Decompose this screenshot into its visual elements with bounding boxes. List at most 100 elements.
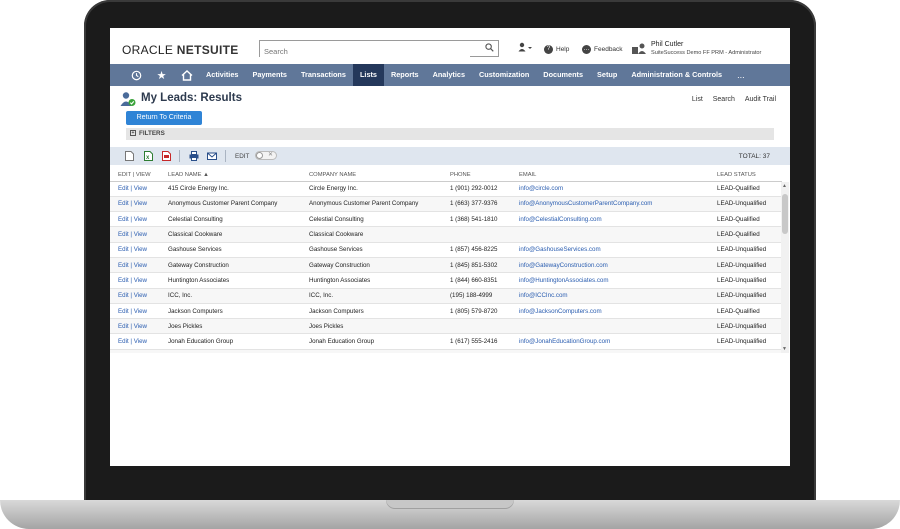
main-nav: ★ Activities Payments Transactions Lists… [110,64,790,86]
results-table-wrapper: EDIT | VIEW LEAD NAME ▲ COMPANY NAME PHO… [110,169,790,353]
col-edit-view: EDIT | VIEW [110,169,160,182]
scroll-thumb[interactable] [782,194,788,234]
company-name-cell: Celestial Consulting [301,211,442,228]
lead-status-cell: LEAD-Qualified [709,303,782,320]
nav-customization[interactable]: Customization [472,64,536,86]
edit-view-cell[interactable]: Edit | View [110,257,160,274]
edit-view-cell[interactable]: Edit | View [110,333,160,350]
star-icon[interactable]: ★ [149,64,174,86]
page-title: My Leads: Results [141,92,242,104]
table-scrollbar[interactable]: ▲ ▼ [781,182,789,353]
edit-view-cell[interactable]: Edit | View [110,242,160,258]
export-csv-icon[interactable] [125,151,134,161]
email-cell[interactable] [511,349,709,353]
phone-cell [442,226,511,243]
print-icon[interactable] [189,151,199,161]
nav-transactions[interactable]: Transactions [294,64,353,86]
table-row[interactable]: Edit | View Classical Cookware Classical C… [110,226,782,243]
table-row[interactable]: Edit | View Anonymous Customer Parent Com… [110,196,782,213]
table-row[interactable]: Edit | View Gashouse Services Gashouse Ser… [110,242,782,258]
email-cell[interactable] [511,226,709,243]
recent-icon[interactable] [124,64,149,86]
lead-name-cell: JZZ Sports [160,349,301,353]
nav-payments[interactable]: Payments [245,64,293,86]
nav-documents[interactable]: Documents [536,64,590,86]
table-row[interactable]: Edit | View Joes Pickles Joes Pickles LEAD-… [110,318,782,335]
phone-cell: 1 (844) 660-8351 [442,272,511,289]
edit-view-cell[interactable]: Edit | View [110,349,160,353]
results-table: EDIT | VIEW LEAD NAME ▲ COMPANY NAME PHO… [110,169,782,353]
table-row[interactable]: Edit | View Huntington Associates Huntingt… [110,272,782,289]
app-screen: ORACLE NETSUITE ?Help …Feedback Phil Cut… [110,28,790,466]
user-name[interactable]: Phil Cutler [651,41,683,48]
recent-records-menu[interactable] [518,42,532,54]
col-lead-status[interactable]: LEAD STATUS [709,169,782,182]
table-row[interactable]: Edit | View Jonah Education Group Jonah Ed… [110,333,782,350]
col-lead-name[interactable]: LEAD NAME ▲ [160,169,301,182]
edit-view-cell[interactable]: Edit | View [110,288,160,304]
nav-reports[interactable]: Reports [384,64,426,86]
filters-bar[interactable]: + FILTERS [126,128,774,140]
audit-trail-link[interactable]: Audit Trail [745,96,776,103]
nav-lists[interactable]: Lists [352,64,384,86]
email-cell[interactable]: info@ICCInc.com [511,288,709,304]
global-search[interactable] [259,40,499,59]
nav-activities[interactable]: Activities [199,64,245,86]
table-row[interactable]: Edit | View ICC, Inc. ICC, Inc. (195) 188-4… [110,288,782,304]
company-name-cell: Gateway Construction [301,257,442,274]
role-switch-icon[interactable] [632,43,647,54]
nav-setup[interactable]: Setup [590,64,624,86]
edit-view-cell[interactable]: Edit | View [110,211,160,228]
edit-view-cell[interactable]: Edit | View [110,272,160,289]
edit-view-cell[interactable]: Edit | View [110,226,160,243]
table-row[interactable]: Edit | View Jackson Computers Jackson Comp… [110,303,782,320]
email-cell[interactable] [511,318,709,335]
email-cell[interactable]: info@GatewayConstruction.com [511,257,709,274]
email-cell[interactable]: info@HuntingtonAssociates.com [511,272,709,289]
edit-toggle[interactable]: ✕ [255,151,277,160]
export-pdf-icon[interactable] [162,151,171,161]
search-link[interactable]: Search [713,96,735,103]
toolbar-divider [225,150,226,162]
email-cell[interactable]: info@GashouseServices.com [511,242,709,258]
phone-cell [442,318,511,335]
table-row[interactable]: Edit | View 415 Circle Energy Inc. Circle … [110,181,782,197]
edit-view-cell[interactable]: Edit | View [110,318,160,335]
feedback-link[interactable]: … Feedback [582,45,623,54]
return-to-criteria-button[interactable]: Return To Criteria [126,111,202,125]
expand-plus-icon[interactable]: + [130,130,136,137]
feedback-label: Feedback [594,46,623,54]
home-icon[interactable] [174,64,199,86]
email-icon[interactable] [207,151,217,161]
col-phone[interactable]: PHONE [442,169,511,182]
email-cell[interactable]: info@JonahEducationGroup.com [511,333,709,350]
email-cell[interactable]: info@AnonymousCustomerParentCompany.com [511,196,709,213]
help-link[interactable]: ? Help [544,45,569,54]
col-company-name[interactable]: COMPANY NAME [301,169,442,182]
list-link[interactable]: List [692,96,703,103]
laptop-notch [386,500,514,509]
edit-view-cell[interactable]: Edit | View [110,303,160,320]
scroll-up-icon[interactable]: ▲ [782,183,787,189]
edit-view-cell[interactable]: Edit | View [110,196,160,213]
nav-more[interactable]: ... [737,70,745,80]
search-icon[interactable] [485,43,494,52]
edit-view-cell[interactable]: Edit | View [110,181,160,197]
company-name-cell: Anonymous Customer Parent Company [301,196,442,213]
export-excel-icon[interactable]: x [144,151,153,161]
lead-name-cell: Celestial Consulting [160,211,301,228]
company-name-cell: JZZ Sports [301,349,442,353]
netsuite-logo[interactable]: ORACLE NETSUITE [122,43,239,57]
scroll-down-icon[interactable]: ▼ [782,346,787,352]
col-email[interactable]: EMAIL [511,169,709,182]
search-input[interactable] [260,44,470,59]
email-cell[interactable]: info@JacksonComputers.com [511,303,709,320]
table-row[interactable]: Edit | ViewJZZ SportsJZZ SportsLEAD-Unqu… [110,349,782,353]
table-row[interactable]: Edit | View Celestial Consulting Celestial… [110,211,782,228]
nav-administration[interactable]: Administration & Controls [624,64,729,86]
edit-label: EDIT [235,153,250,160]
table-row[interactable]: Edit | View Gateway Construction Gateway C… [110,257,782,274]
nav-analytics[interactable]: Analytics [426,64,472,86]
email-cell[interactable]: info@circle.com [511,181,709,197]
email-cell[interactable]: info@CelestialConsulting.com [511,211,709,228]
